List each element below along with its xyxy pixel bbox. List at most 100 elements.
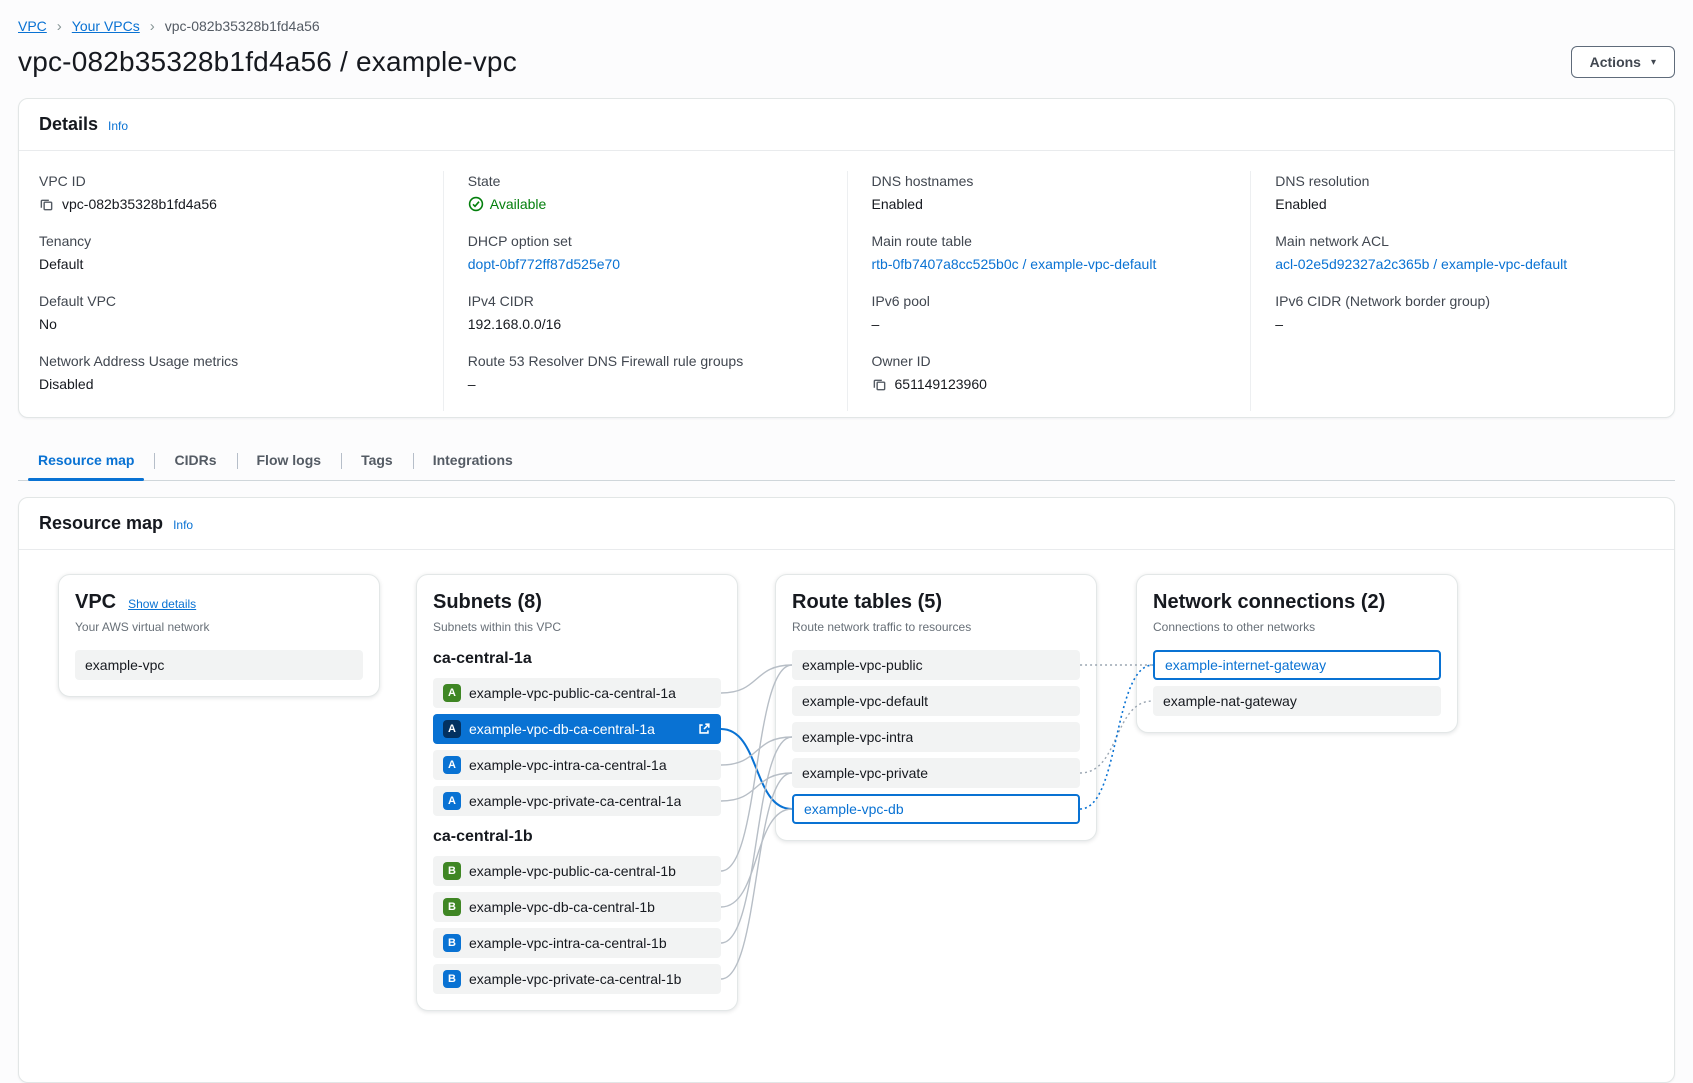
field-value: Enabled [872, 194, 923, 214]
main-network-acl-link[interactable]: acl-02e5d92327a2c365b / example-vpc-defa… [1275, 254, 1567, 274]
subnet-item-selected[interactable]: A example-vpc-db-ca-central-1a [433, 714, 721, 744]
field-label: VPC ID [39, 171, 419, 191]
az-group-heading: ca-central-1a [433, 650, 721, 668]
vpc-item[interactable]: example-vpc [75, 650, 363, 680]
status-badge: Available [468, 194, 547, 214]
resource-map-title: Resource map [39, 513, 163, 534]
tab-integrations[interactable]: Integrations [413, 442, 533, 480]
subnet-item[interactable]: A example-vpc-public-ca-central-1a [433, 678, 721, 708]
az-group: B example-vpc-public-ca-central-1b B exa… [433, 856, 721, 994]
details-panel: Details Info VPC ID vpc-082b35328b1fd4a5… [18, 98, 1675, 418]
tab-bar: Resource map CIDRs Flow logs Tags Integr… [18, 442, 1675, 481]
subnet-item-label: example-vpc-db-ca-central-1b [469, 899, 655, 915]
field-label: Route 53 Resolver DNS Firewall rule grou… [468, 351, 823, 371]
field-label: DNS resolution [1275, 171, 1630, 191]
breadcrumb-current: vpc-082b35328b1fd4a56 [165, 18, 320, 34]
subnet-item[interactable]: B example-vpc-db-ca-central-1b [433, 892, 721, 922]
resource-map-canvas: VPC Show details Your AWS virtual networ… [19, 550, 1674, 1082]
network-connection-item[interactable]: example-nat-gateway [1153, 686, 1441, 716]
field-label: Owner ID [872, 351, 1227, 371]
az-group: A example-vpc-public-ca-central-1a A exa… [433, 678, 721, 816]
field-value: Default [39, 254, 83, 274]
vpc-column-subtitle: Your AWS virtual network [75, 620, 363, 634]
az-b-icon: B [443, 898, 461, 916]
route-table-item[interactable]: example-vpc-private [792, 758, 1080, 788]
subnet-item[interactable]: B example-vpc-public-ca-central-1b [433, 856, 721, 886]
copy-icon[interactable] [39, 197, 54, 212]
dhcp-option-set-link[interactable]: dopt-0bf772ff87d525e70 [468, 254, 620, 274]
external-link-icon[interactable] [697, 722, 711, 736]
field-vpc-id: VPC ID vpc-082b35328b1fd4a56 [39, 171, 419, 214]
breadcrumb-separator-icon: › [57, 19, 62, 34]
field-value: 651149123960 [895, 374, 987, 394]
resource-map-panel: Resource map Info VPC Show details Your … [18, 497, 1675, 1083]
show-details-link[interactable]: Show details [128, 597, 196, 611]
tab-tags[interactable]: Tags [341, 442, 413, 480]
route-table-item-label: example-vpc-public [802, 657, 923, 673]
check-circle-icon [468, 196, 484, 212]
tab-flow-logs[interactable]: Flow logs [237, 442, 342, 480]
field-value: vpc-082b35328b1fd4a56 [62, 194, 217, 214]
subnet-item[interactable]: A example-vpc-private-ca-central-1a [433, 786, 721, 816]
breadcrumb-separator-icon: › [150, 19, 155, 34]
field-owner-id: Owner ID 651149123960 [872, 351, 1227, 394]
tab-cidrs[interactable]: CIDRs [154, 442, 236, 480]
subnet-item-label: example-vpc-private-ca-central-1a [469, 793, 681, 809]
actions-button-label: Actions [1590, 54, 1641, 70]
field-dns-resolution: DNS resolution Enabled [1275, 171, 1630, 214]
route-table-item[interactable]: example-vpc-public [792, 650, 1080, 680]
breadcrumb: VPC › Your VPCs › vpc-082b35328b1fd4a56 [18, 18, 1675, 34]
field-ipv4-cidr: IPv4 CIDR 192.168.0.0/16 [468, 291, 823, 334]
field-value: 192.168.0.0/16 [468, 314, 561, 334]
field-route53-resolver-firewall: Route 53 Resolver DNS Firewall rule grou… [468, 351, 823, 394]
field-state: State Available [468, 171, 823, 214]
field-default-vpc: Default VPC No [39, 291, 419, 334]
field-main-route-table: Main route table rtb-0fb7407a8cc525b0c /… [872, 231, 1227, 274]
subnet-item[interactable]: A example-vpc-intra-ca-central-1a [433, 750, 721, 780]
field-value: Available [490, 194, 547, 214]
field-dhcp-option-set: DHCP option set dopt-0bf772ff87d525e70 [468, 231, 823, 274]
network-connection-item-highlighted[interactable]: example-internet-gateway [1153, 650, 1441, 680]
main-route-table-link[interactable]: rtb-0fb7407a8cc525b0c / example-vpc-defa… [872, 254, 1157, 274]
route-table-item[interactable]: example-vpc-default [792, 686, 1080, 716]
vpc-item-label: example-vpc [85, 657, 164, 673]
details-column-2: State Available DHCP option set dopt-0bf… [443, 171, 847, 411]
field-main-network-acl: Main network ACL acl-02e5d92327a2c365b /… [1275, 231, 1630, 274]
details-title: Details [39, 114, 98, 135]
resource-map-info-link[interactable]: Info [173, 518, 193, 532]
field-label: IPv6 pool [872, 291, 1227, 311]
subnet-item-label: example-vpc-public-ca-central-1b [469, 863, 676, 879]
breadcrumb-link-your-vpcs[interactable]: Your VPCs [72, 18, 140, 34]
field-label: Main route table [872, 231, 1227, 251]
network-connections-column-card: Network connections (2) Connections to o… [1136, 574, 1458, 733]
az-b-icon: B [443, 970, 461, 988]
field-value: Enabled [1275, 194, 1326, 214]
az-a-icon: A [443, 792, 461, 810]
az-a-icon: A [443, 756, 461, 774]
copy-icon[interactable] [872, 377, 887, 392]
subnet-item[interactable]: B example-vpc-private-ca-central-1b [433, 964, 721, 994]
subnets-column-subtitle: Subnets within this VPC [433, 620, 721, 634]
details-column-1: VPC ID vpc-082b35328b1fd4a56 Tenancy Def… [39, 171, 443, 411]
subnet-item-label: example-vpc-intra-ca-central-1b [469, 935, 667, 951]
az-a-icon: A [443, 720, 461, 738]
vpc-column-title: VPC [75, 591, 116, 614]
field-label: Main network ACL [1275, 231, 1630, 251]
tab-resource-map[interactable]: Resource map [18, 442, 154, 480]
breadcrumb-link-vpc[interactable]: VPC [18, 18, 47, 34]
actions-button[interactable]: Actions ▾ [1571, 46, 1675, 78]
route-table-item-highlighted[interactable]: example-vpc-db [792, 794, 1080, 824]
details-column-4: DNS resolution Enabled Main network ACL … [1250, 171, 1654, 411]
network-connections-column-title: Network connections (2) [1153, 591, 1441, 614]
field-value: Disabled [39, 374, 93, 394]
field-dns-hostnames: DNS hostnames Enabled [872, 171, 1227, 214]
subnet-item[interactable]: B example-vpc-intra-ca-central-1b [433, 928, 721, 958]
route-tables-column-title: Route tables (5) [792, 591, 1080, 614]
route-table-item[interactable]: example-vpc-intra [792, 722, 1080, 752]
network-connection-item-label: example-internet-gateway [1165, 657, 1326, 673]
caret-down-icon: ▾ [1651, 57, 1656, 68]
field-label: DHCP option set [468, 231, 823, 251]
vpc-column-card: VPC Show details Your AWS virtual networ… [58, 574, 380, 697]
details-info-link[interactable]: Info [108, 119, 128, 133]
route-table-item-label: example-vpc-db [804, 801, 904, 817]
